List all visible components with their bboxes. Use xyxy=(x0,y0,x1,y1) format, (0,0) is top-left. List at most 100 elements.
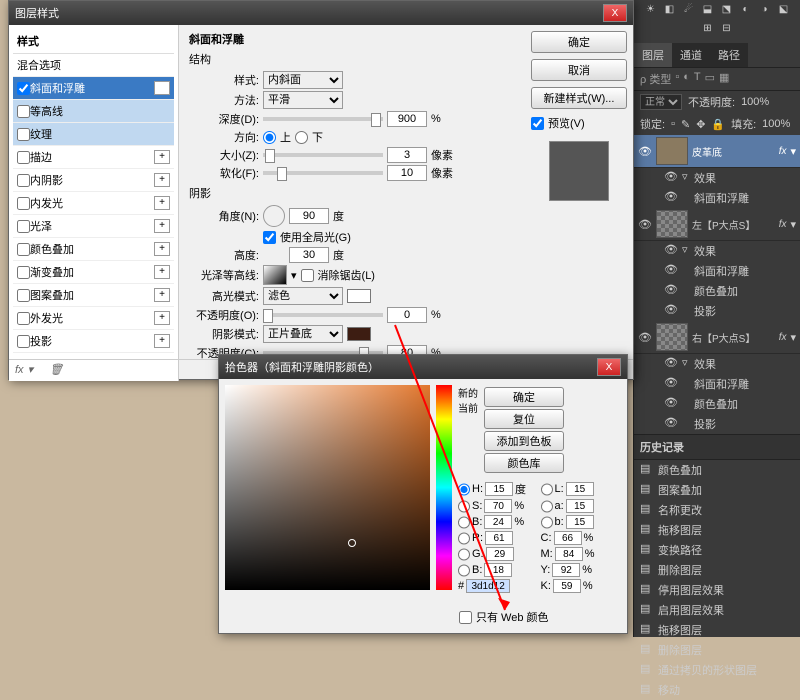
r-radio[interactable] xyxy=(458,532,470,545)
fill-value[interactable]: 100% xyxy=(762,118,790,130)
method-select[interactable]: 平滑 xyxy=(263,91,343,109)
filter-img-icon[interactable]: ▫ xyxy=(675,71,679,87)
hilite-op-input[interactable] xyxy=(387,307,427,323)
h-input[interactable] xyxy=(485,482,513,496)
style-item[interactable]: 内阴影+ xyxy=(13,169,174,192)
visibility-icon[interactable]: 👁 xyxy=(638,218,652,231)
web-only-checkbox[interactable] xyxy=(459,611,472,624)
photo-icon[interactable]: ⬕ xyxy=(776,4,792,20)
effects-header[interactable]: 👁▿效果 xyxy=(634,168,800,188)
vibrance-icon[interactable]: ⬔ xyxy=(719,4,735,20)
chevron-down-icon[interactable]: ▿ xyxy=(682,170,690,186)
add-instance-icon[interactable]: + xyxy=(154,196,170,210)
style-item[interactable]: 斜面和浮雕+ xyxy=(13,77,174,100)
style-item[interactable]: 图案叠加+ xyxy=(13,284,174,307)
style-item-checkbox[interactable] xyxy=(17,105,30,118)
add-swatch-button[interactable]: 添加到色板 xyxy=(484,431,564,451)
b2-input[interactable] xyxy=(566,515,594,529)
filter-type-icon[interactable]: T xyxy=(694,71,701,87)
m-input[interactable] xyxy=(555,547,583,561)
lock-paint-icon[interactable]: ✎ xyxy=(681,118,690,131)
history-item[interactable]: ▤名称更改 xyxy=(634,500,800,520)
effect-item[interactable]: 👁投影 xyxy=(634,414,800,434)
fx-badge[interactable]: fx xyxy=(779,219,787,230)
style-item-checkbox[interactable] xyxy=(17,243,30,256)
style-item[interactable]: 颜色叠加+ xyxy=(13,238,174,261)
visibility-icon[interactable]: 👁 xyxy=(664,303,678,319)
color-library-button[interactable]: 颜色库 xyxy=(484,453,564,473)
style-item[interactable]: 等高线 xyxy=(13,100,174,123)
direction-up-radio[interactable] xyxy=(263,131,276,144)
shad-mode-select[interactable]: 正片叠底 xyxy=(263,325,343,343)
effect-item[interactable]: 👁斜面和浮雕 xyxy=(634,374,800,394)
depth-slider[interactable] xyxy=(263,117,383,121)
style-select[interactable]: 内斜面 xyxy=(263,71,343,89)
close-icon[interactable]: X xyxy=(603,4,627,22)
style-item-checkbox[interactable] xyxy=(17,335,30,348)
lookup-icon[interactable]: ⊟ xyxy=(719,23,735,39)
history-item[interactable]: ▤拖移图层 xyxy=(634,520,800,540)
add-instance-icon[interactable]: + xyxy=(154,265,170,279)
tab-channels[interactable]: 通道 xyxy=(672,43,710,67)
style-item-checkbox[interactable] xyxy=(17,151,30,164)
bl-input[interactable] xyxy=(484,563,512,577)
lock-trans-icon[interactable]: ▫ xyxy=(671,118,675,130)
add-instance-icon[interactable]: + xyxy=(154,334,170,348)
hue-slider[interactable] xyxy=(436,385,452,590)
effect-item[interactable]: 👁斜面和浮雕 xyxy=(634,188,800,208)
new-style-button[interactable]: 新建样式(W)... xyxy=(531,87,627,109)
layer-row[interactable]: 👁皮革底fx▾ xyxy=(634,135,800,168)
hilite-color-swatch[interactable] xyxy=(347,289,371,303)
layer-row[interactable]: 👁左【P大点S】fx▾ xyxy=(634,208,800,241)
add-instance-icon[interactable]: + xyxy=(154,311,170,325)
history-item[interactable]: ▤拖移图层 xyxy=(634,620,800,640)
b2-radio[interactable] xyxy=(541,516,553,529)
direction-down-radio[interactable] xyxy=(295,131,308,144)
soften-slider[interactable] xyxy=(263,171,383,175)
h-radio[interactable] xyxy=(458,483,470,496)
style-item[interactable]: 光泽+ xyxy=(13,215,174,238)
lock-all-icon[interactable]: 🔒 xyxy=(711,118,725,131)
hue-icon[interactable]: ◐ xyxy=(738,4,754,20)
effect-item[interactable]: 👁斜面和浮雕 xyxy=(634,261,800,281)
contour-swatch[interactable] xyxy=(263,265,287,285)
shad-color-swatch[interactable] xyxy=(347,327,371,341)
saturation-value-picker[interactable] xyxy=(225,385,430,590)
hilite-mode-select[interactable]: 滤色 xyxy=(263,287,343,305)
visibility-icon[interactable]: 👁 xyxy=(664,283,678,299)
s-input[interactable] xyxy=(484,499,512,513)
visibility-icon[interactable]: 👁 xyxy=(664,416,678,432)
add-instance-icon[interactable]: + xyxy=(154,173,170,187)
style-item-checkbox[interactable] xyxy=(17,197,30,210)
levels-icon[interactable]: ◧ xyxy=(662,4,678,20)
angle-input[interactable] xyxy=(289,208,329,224)
style-item[interactable]: 描边+ xyxy=(13,146,174,169)
style-item[interactable]: 外发光+ xyxy=(13,307,174,330)
blend-options-header[interactable]: 混合选项 xyxy=(13,54,174,77)
style-item-checkbox[interactable] xyxy=(17,174,30,187)
tab-paths[interactable]: 路径 xyxy=(710,43,748,67)
hex-input[interactable] xyxy=(466,579,510,593)
layer-thumb[interactable] xyxy=(656,323,688,351)
layer-thumb[interactable] xyxy=(656,210,688,238)
style-item[interactable]: 投影+ xyxy=(13,330,174,353)
chevron-down-icon[interactable]: ▾ xyxy=(790,331,796,344)
g-input[interactable] xyxy=(486,547,514,561)
visibility-icon[interactable]: 👁 xyxy=(664,396,678,412)
dialog-titlebar[interactable]: 图层样式 X xyxy=(9,1,633,25)
c-input[interactable] xyxy=(554,531,582,545)
visibility-icon[interactable]: 👁 xyxy=(664,190,678,206)
effect-item[interactable]: 👁颜色叠加 xyxy=(634,281,800,301)
bw-icon[interactable]: ◑ xyxy=(757,4,773,20)
cancel-button[interactable]: 取消 xyxy=(531,59,627,81)
reset-button[interactable]: 复位 xyxy=(484,409,564,429)
layer-thumb[interactable] xyxy=(656,137,688,165)
style-item-checkbox[interactable] xyxy=(17,289,30,302)
style-item-checkbox[interactable] xyxy=(17,312,30,325)
history-item[interactable]: ▤图案叠加 xyxy=(634,480,800,500)
colorpicker-titlebar[interactable]: 拾色器（斜面和浮雕阴影颜色） X xyxy=(219,355,627,379)
style-item-checkbox[interactable] xyxy=(17,82,30,95)
visibility-icon[interactable]: 👁 xyxy=(638,145,652,158)
l-radio[interactable] xyxy=(541,483,553,496)
add-instance-icon[interactable]: + xyxy=(154,150,170,164)
